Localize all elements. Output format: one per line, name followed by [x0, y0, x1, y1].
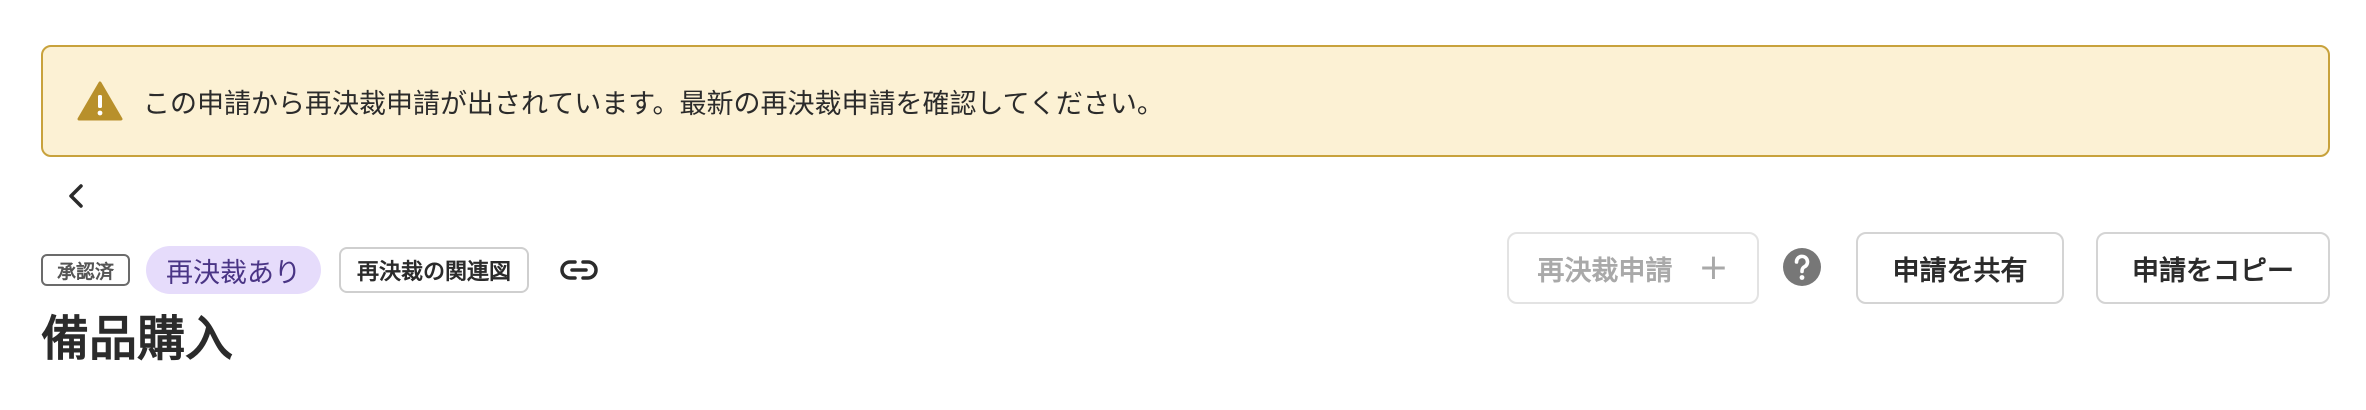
share-request-button[interactable]: 申請を共有: [1856, 232, 2064, 304]
link-icon: [560, 260, 598, 280]
redecision-request-button[interactable]: 再決裁申請 +: [1507, 232, 1759, 304]
banner-message: この申請から再決裁申請が出されています。最新の再決裁申請を確認してください。: [143, 88, 1164, 120]
status-badge-approved: 承認済: [41, 254, 131, 286]
redecision-warning-banner: この申請から再決裁申請が出されています。最新の再決裁申請を確認してください。: [41, 45, 2330, 157]
status-badge-row: 承認済 再決裁あり 再決裁の関連図: [41, 243, 601, 297]
warning-icon: [77, 81, 123, 121]
redecision-relation-button[interactable]: 再決裁の関連図: [339, 247, 530, 293]
copy-request-button[interactable]: 申請をコピー: [2096, 232, 2330, 304]
chevron-left-icon: [69, 184, 83, 208]
copy-link-button[interactable]: [557, 248, 601, 292]
plus-icon: +: [1698, 247, 1729, 288]
status-badge-redecision: 再決裁あり: [146, 246, 322, 294]
redecision-request-label: 再決裁申請: [1537, 255, 1673, 287]
page-title: 備品購入: [41, 311, 234, 367]
question-circle-icon[interactable]: [1782, 247, 1822, 287]
back-button[interactable]: [58, 178, 94, 214]
request-detail-page: この申請から再決裁申請が出されています。最新の再決裁申請を確認してください。 承…: [0, 0, 2366, 410]
